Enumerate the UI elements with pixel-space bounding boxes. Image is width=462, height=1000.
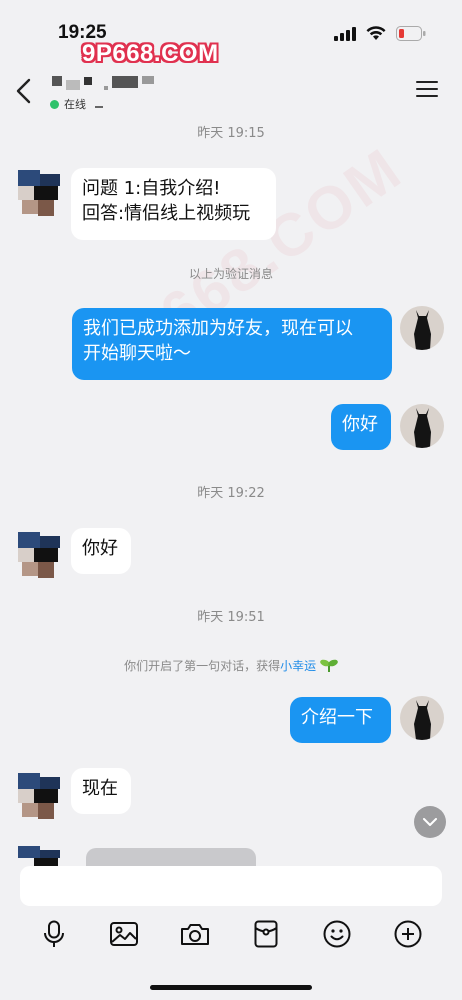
camera-button[interactable] [178,917,212,951]
battery-icon [396,26,426,41]
input-toolbar [0,913,462,957]
message-text: 开始聊天啦～ [83,343,191,364]
my-avatar[interactable] [400,306,444,350]
chat-header: 在线 [0,66,462,116]
more-button[interactable] [391,917,425,951]
emoji-icon [323,920,351,948]
partial-message-bubble [86,848,256,868]
message-text: 介绍一下 [301,707,373,728]
wifi-icon [366,26,386,40]
message-bubble-incoming[interactable]: 现在 [71,768,131,814]
scroll-to-bottom-button[interactable] [414,806,446,838]
chevron-down-icon [423,817,437,826]
timestamp: 昨天 19:22 [197,486,265,501]
contact-name-pixelated [52,74,154,90]
first-chat-note-text: 你们开启了第一句对话，获得 [124,659,281,673]
emoji-button[interactable] [320,917,354,951]
red-packet-icon [254,920,278,948]
status-icons [334,26,426,41]
verification-note: 以上为验证消息 [188,267,273,281]
first-chat-note: 你们开启了第一句对话，获得小幸运 [0,657,462,674]
contact-avatar[interactable] [18,773,66,823]
message-bubble-outgoing[interactable]: 我们已成功添加为好友，现在可以 开始聊天啦～ [72,308,392,380]
my-avatar[interactable] [400,696,444,740]
message-bubble-outgoing[interactable]: 你好 [331,404,391,450]
status-bar: 19:25 9P668.COM [0,0,462,67]
menu-icon[interactable] [416,80,438,98]
message-bubble-outgoing[interactable]: 介绍一下 [290,697,391,743]
message-text: 你好 [82,538,118,559]
home-indicator [150,985,312,990]
message-text: 你好 [342,414,378,435]
timestamp: 昨天 19:51 [197,610,265,625]
online-label: 在线 [64,98,86,111]
contact-avatar[interactable] [18,532,66,582]
message-bubble-incoming[interactable]: 问题 1:自我介绍! 回答:情侣线上视频玩 [71,168,276,240]
my-avatar[interactable] [400,404,444,448]
back-arrow-icon[interactable] [14,78,34,104]
voice-button[interactable] [37,917,71,951]
gallery-button[interactable] [107,917,141,951]
contact-avatar [18,846,66,866]
timestamp: 昨天 19:15 [197,126,265,141]
site-watermark: 9P668.COM [82,40,219,67]
contact-avatar[interactable] [18,170,66,220]
message-input[interactable] [20,866,442,906]
camera-icon [181,924,209,945]
red-packet-button[interactable] [249,917,283,951]
message-bubble-incoming[interactable]: 你好 [71,528,131,574]
message-text: 问题 1:自我介绍! [82,178,221,199]
image-icon [110,922,138,946]
message-text: 现在 [82,778,118,799]
online-status: 在线 [50,96,103,112]
message-text: 回答:情侣线上视频玩 [82,203,251,224]
online-dot [50,99,59,109]
message-text: 我们已成功添加为好友，现在可以 [83,318,353,339]
signal-icon [334,26,356,41]
lucky-link[interactable]: 小幸运 [280,659,316,673]
sprout-icon [320,659,338,672]
plus-icon [394,920,422,948]
microphone-icon [44,920,64,947]
